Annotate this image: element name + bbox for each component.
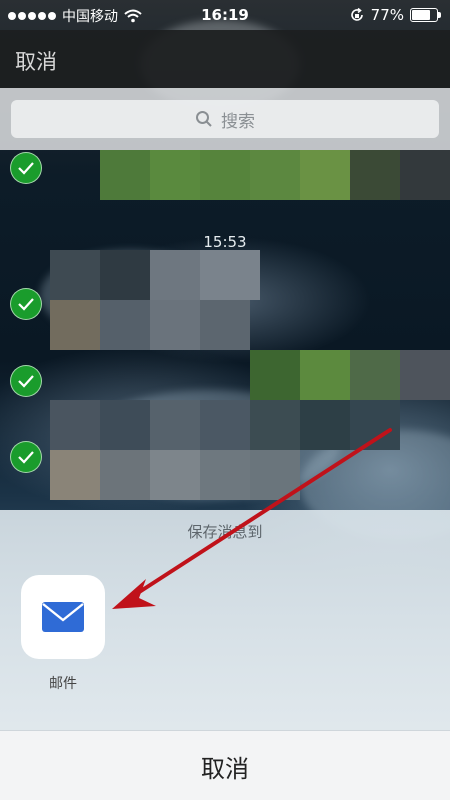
status-right: 77% (349, 6, 442, 24)
checkmark-icon (18, 375, 34, 388)
share-mail-button[interactable] (21, 575, 105, 659)
search-bar: 搜索 (0, 88, 450, 150)
search-placeholder: 搜索 (221, 111, 255, 132)
nav-cancel-button[interactable]: 取消 (15, 46, 57, 76)
message-select-check[interactable] (10, 288, 42, 320)
navigation-bar: 取消 (0, 30, 450, 88)
message-select-check[interactable] (10, 365, 42, 397)
message-select-check[interactable] (10, 152, 42, 184)
battery-icon (410, 8, 442, 22)
chat-time-divider: 15:53 (203, 233, 247, 251)
status-bar: 中国移动 16:19 77% (0, 0, 450, 30)
message-select-check[interactable] (10, 441, 42, 473)
checkmark-icon (18, 162, 34, 175)
battery-percent: 77% (370, 6, 404, 24)
share-sheet-title: 保存消息到 (187, 523, 263, 541)
checkmark-icon (18, 298, 34, 311)
rotation-lock-icon (350, 7, 363, 21)
mail-icon (42, 602, 84, 632)
search-icon (196, 111, 212, 127)
sheet-cancel-button[interactable]: 取消 (0, 730, 450, 800)
battery-fill (412, 10, 430, 20)
share-sheet: 保存消息到 邮件 (0, 510, 450, 730)
share-mail-label: 邮件 (49, 676, 77, 692)
app-screen: 15:53 中国移动 16:19 77% 取消 搜索 保存消息到 邮件 取消 (0, 0, 450, 800)
checkmark-icon (18, 451, 34, 464)
search-input[interactable]: 搜索 (11, 100, 439, 138)
